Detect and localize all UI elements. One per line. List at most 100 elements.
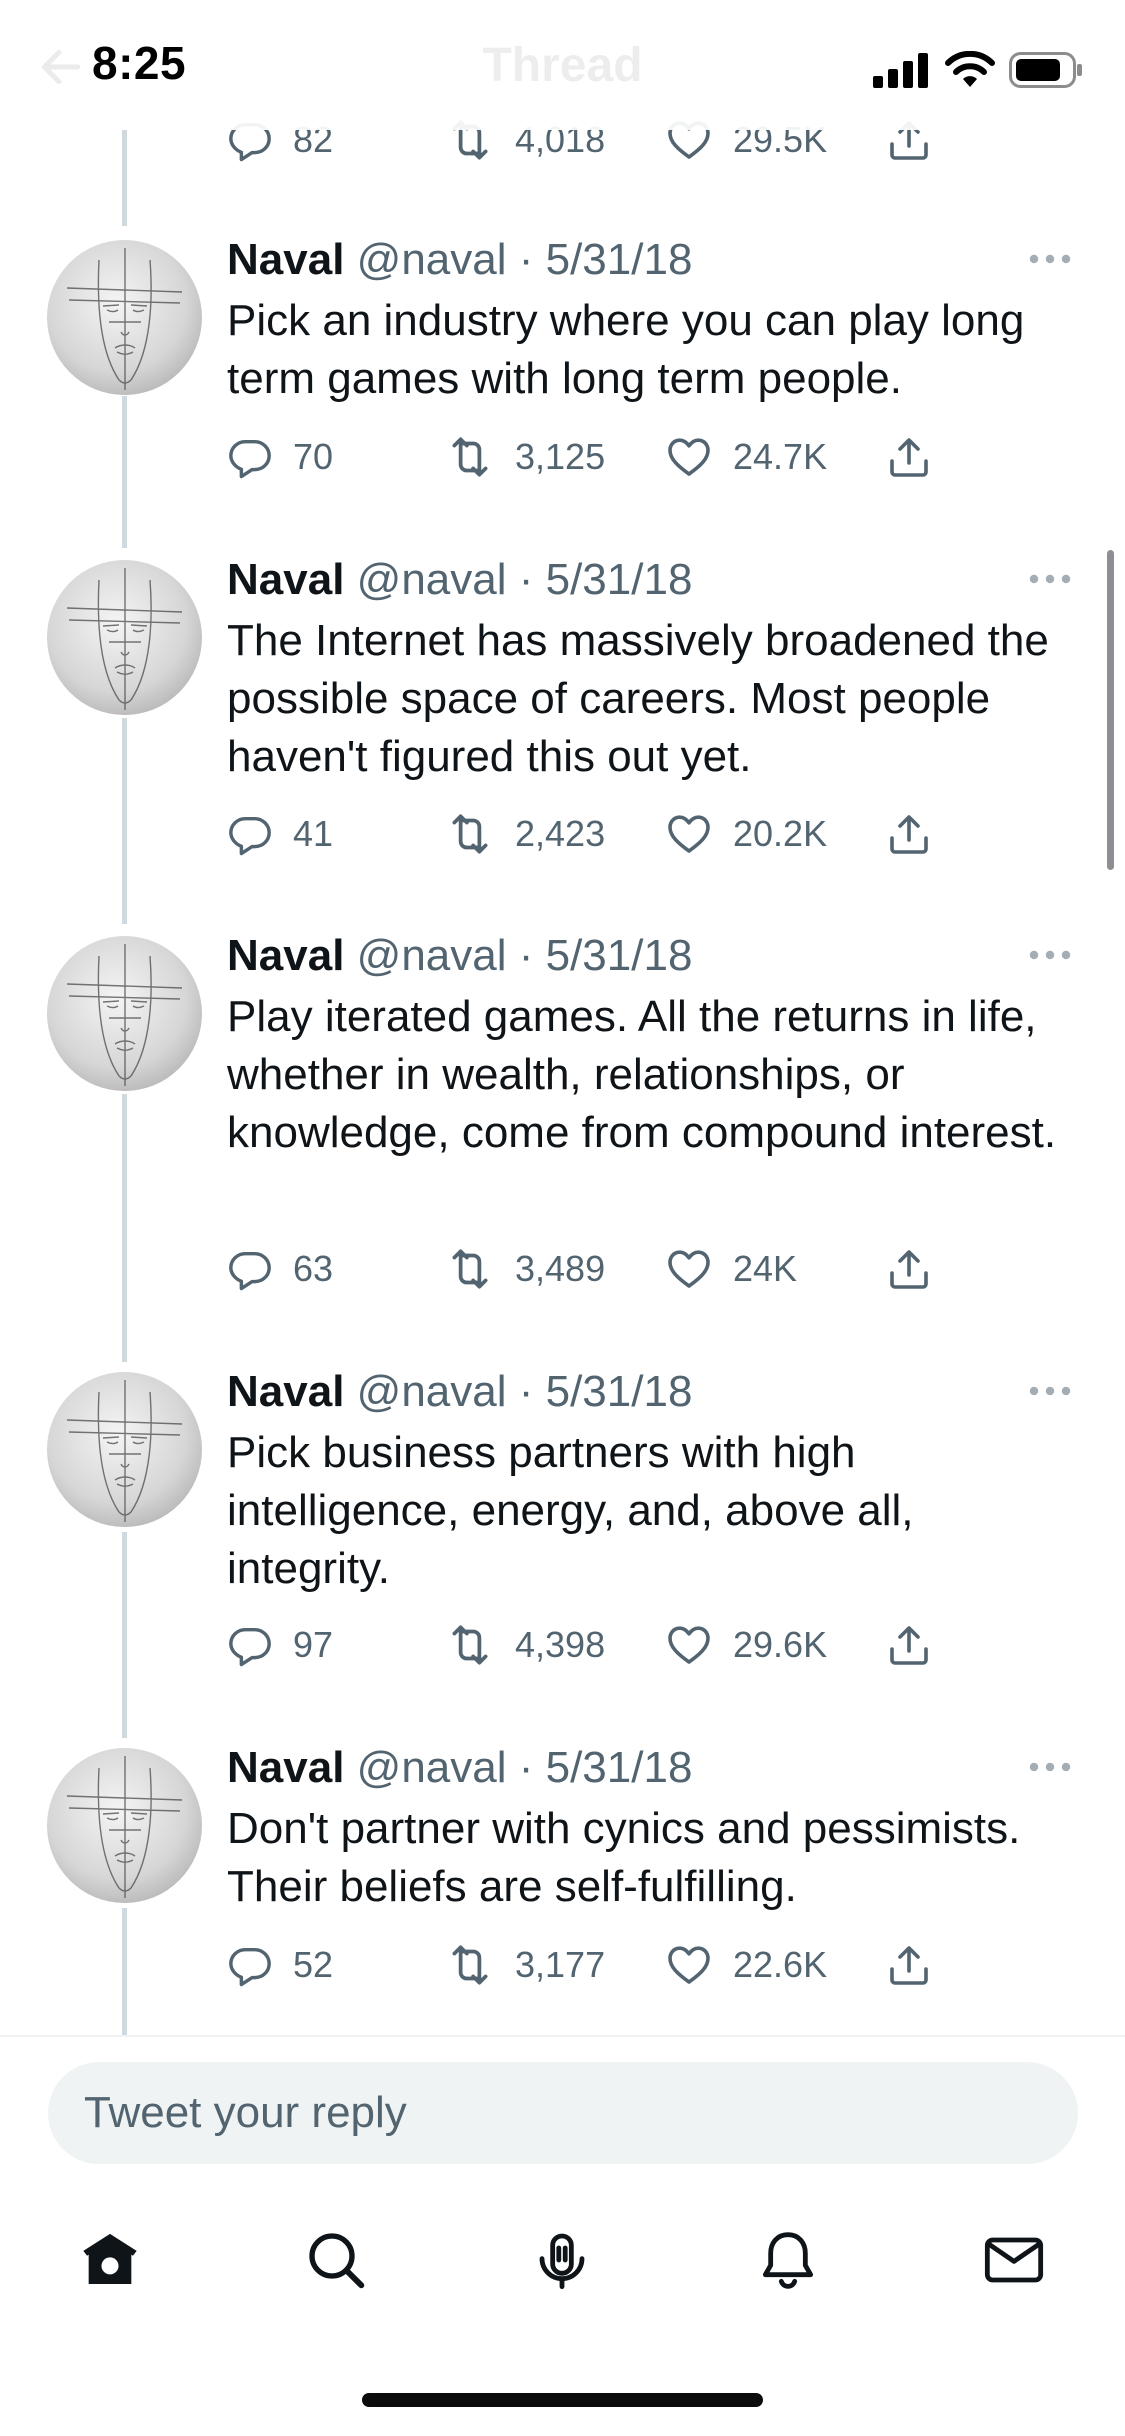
heart-icon [665, 1245, 713, 1293]
reply-count: 70 [293, 436, 334, 477]
heart-icon [665, 1941, 713, 1989]
retweet-count: 2,423 [515, 813, 606, 854]
like-count: 20.2K [733, 813, 828, 854]
retweet-button[interactable]: 3,177 [445, 1937, 605, 1993]
scrollbar[interactable] [1107, 550, 1114, 870]
more-options-icon[interactable] [1027, 1760, 1073, 1774]
tab-messages[interactable] [982, 2228, 1046, 2292]
tweet-text: Pick an industry where you can play long… [227, 296, 1025, 403]
heart-icon [665, 1621, 713, 1669]
retweet-count: 3,125 [515, 436, 606, 477]
thread-line [122, 396, 127, 548]
author-name[interactable]: Naval [227, 235, 344, 284]
author-handle-date: @naval · 5/31/18 [356, 235, 693, 284]
like-button[interactable]: 20.2K [665, 806, 827, 862]
retweet-button[interactable]: 4,398 [445, 1617, 605, 1673]
heart-icon [665, 810, 713, 858]
retweet-icon [445, 1620, 495, 1670]
thread-line [122, 1532, 127, 1738]
more-options-icon[interactable] [1027, 252, 1073, 266]
more-options-icon[interactable] [1027, 1384, 1073, 1398]
search-icon [309, 2233, 365, 2289]
avatar-image [47, 560, 202, 715]
avatar[interactable] [47, 1372, 202, 1527]
retweet-button[interactable]: 2,423 [445, 806, 605, 862]
share-icon [885, 1245, 933, 1293]
reply-button[interactable]: 63 [227, 1241, 333, 1297]
tweet-actions: 41 2,423 20.2K [227, 806, 967, 862]
author-name[interactable]: Naval [227, 1367, 344, 1416]
thread-line [122, 130, 127, 226]
retweet-button[interactable]: 3,489 [445, 1241, 605, 1297]
share-button[interactable] [885, 806, 933, 862]
reply-icon [227, 1246, 273, 1292]
divider [0, 2035, 1125, 2037]
tweet-actions: 70 3,125 24.7K [227, 429, 967, 485]
tweet-header: Naval @naval · 5/31/18 [227, 232, 692, 288]
retweet-button[interactable]: 3,125 [445, 429, 605, 485]
author-handle-date: @naval · 5/31/18 [356, 555, 693, 604]
tab-notifications[interactable] [756, 2228, 820, 2292]
reply-button[interactable]: 97 [227, 1617, 333, 1673]
avatar[interactable] [47, 1748, 202, 1903]
tweet-text: The Internet has massively broadened the… [227, 616, 1049, 781]
like-button[interactable]: 22.6K [665, 1937, 827, 1993]
like-button[interactable]: 24K [665, 1241, 797, 1297]
share-icon [885, 1941, 933, 1989]
share-icon [885, 1621, 933, 1669]
like-count: 24.7K [733, 436, 828, 477]
tab-home[interactable] [78, 2228, 142, 2292]
more-options-icon[interactable] [1027, 572, 1073, 586]
retweet-icon [445, 809, 495, 859]
tweet-header: Naval @naval · 5/31/18 [227, 1740, 692, 1796]
author-name[interactable]: Naval [227, 931, 344, 980]
avatar-image [47, 1748, 202, 1903]
share-button[interactable] [885, 1617, 933, 1673]
avatar-image [47, 936, 202, 1091]
messages-icon [984, 2237, 1044, 2283]
status-icons [873, 48, 1083, 92]
more-options-icon[interactable] [1027, 948, 1073, 962]
retweet-count: 3,489 [515, 1248, 606, 1289]
share-icon [885, 433, 933, 481]
home-indicator[interactable] [362, 2393, 763, 2407]
reply-count: 63 [293, 1248, 334, 1289]
thread-line [122, 1908, 127, 2035]
share-button[interactable] [885, 1241, 933, 1297]
thread-timeline: 82 4,018 29.5K Naval @naval · 5/31/18 Pi… [0, 0, 1125, 2035]
like-button[interactable]: 29.6K [665, 1617, 827, 1673]
share-button[interactable] [885, 429, 933, 485]
reply-button[interactable]: 52 [227, 1937, 333, 1993]
tweet-actions: 63 3,489 24K [227, 1241, 967, 1297]
author-name[interactable]: Naval [227, 555, 344, 604]
like-count: 29.6K [733, 1624, 828, 1665]
author-name[interactable]: Naval [227, 1743, 344, 1792]
tweet-actions: 97 4,398 29.6K [227, 1617, 967, 1673]
tab-spaces[interactable] [530, 2228, 594, 2292]
tab-bar [0, 2200, 1125, 2320]
like-button[interactable]: 24.7K [665, 429, 827, 485]
avatar[interactable] [47, 560, 202, 715]
avatar-image [47, 1372, 202, 1527]
share-icon [885, 810, 933, 858]
tab-search[interactable] [304, 2228, 368, 2292]
wifi-icon [945, 51, 995, 87]
tweet-header: Naval @naval · 5/31/18 [227, 552, 692, 608]
header: 8:25 Thread [0, 0, 1125, 130]
share-button[interactable] [885, 1937, 933, 1993]
reply-button[interactable]: 70 [227, 429, 333, 485]
retweet-icon [445, 432, 495, 482]
reply-count: 97 [293, 1624, 334, 1665]
reply-input[interactable]: Tweet your reply [48, 2062, 1078, 2164]
reply-icon [227, 1622, 273, 1668]
heart-icon [665, 433, 713, 481]
avatar[interactable] [47, 240, 202, 395]
avatar[interactable] [47, 936, 202, 1091]
spaces-icon [539, 2233, 585, 2290]
tweet-header: Naval @naval · 5/31/18 [227, 928, 692, 984]
tweet-text: Play iterated games. All the returns in … [227, 992, 1057, 1157]
tweet-text: Pick business partners with high intelli… [227, 1428, 914, 1593]
reply-button[interactable]: 41 [227, 806, 333, 862]
retweet-count: 4,398 [515, 1624, 606, 1665]
thread-line [122, 718, 127, 924]
